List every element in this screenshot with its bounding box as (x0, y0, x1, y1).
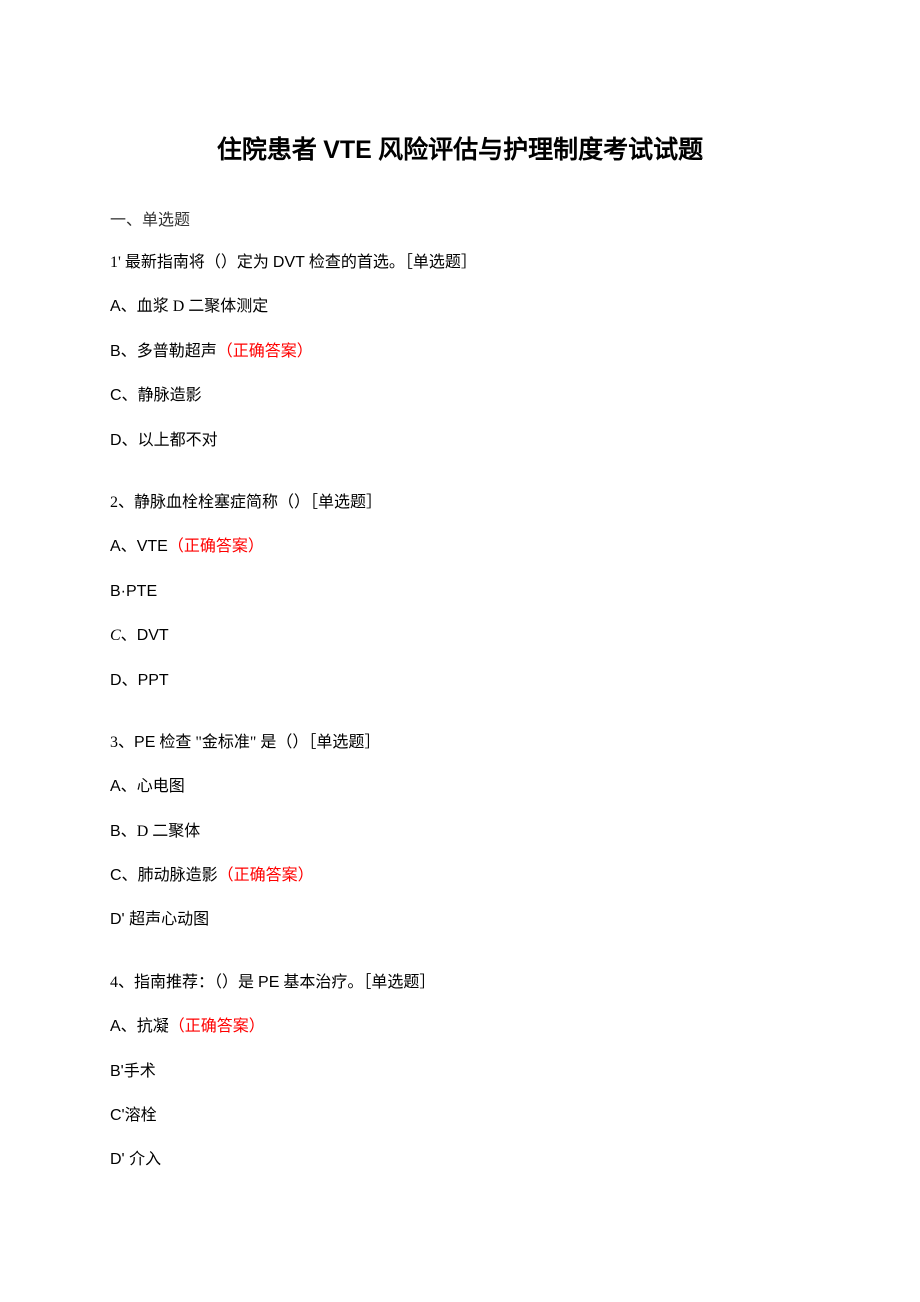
correct-answer-marker: （正确答案） (169, 1018, 265, 1035)
q1-option-a: A、血浆 D 二聚体测定 (110, 296, 810, 318)
option-text: PPT (138, 672, 169, 689)
q4-stem-pe: PE (258, 974, 279, 991)
option-text: 血浆 D 二聚体测定 (137, 298, 269, 315)
question-3-stem: 3、PE 检查 "金标准" 是（）［单选题］ (110, 732, 810, 754)
option-label: B、 (110, 343, 137, 360)
q2-option-a: A、VTE（正确答案） (110, 536, 810, 558)
option-text: B'手术 (110, 1063, 156, 1080)
q4-stem-post: 基本治疗。［单选题］ (279, 974, 435, 991)
option-text: DVT (137, 627, 169, 644)
correct-answer-marker: （正确答案） (218, 867, 314, 884)
q2-option-d: D、PPT (110, 670, 810, 692)
spacer (110, 714, 810, 732)
option-label: D' (110, 1151, 129, 1168)
spacer (110, 474, 810, 492)
spacer (110, 954, 810, 972)
q3-option-d: D' 超声心动图 (110, 909, 810, 931)
q1-option-d: D、以上都不对 (110, 430, 810, 452)
question-4-stem: 4、指南推荐：（）是 PE 基本治疗。［单选题］ (110, 972, 810, 994)
option-label: D、 (110, 432, 138, 449)
option-text: VTE (137, 538, 168, 555)
q2-option-c: C、DVT (110, 625, 810, 647)
q3-option-c: C、肺动脉造影（正确答案） (110, 865, 810, 887)
option-text: 静脉造影 (138, 387, 202, 404)
option-text: 超声心动图 (129, 911, 209, 928)
q1-stem-dvt: DVT (273, 254, 305, 271)
q1-stem-pre: 1' 最新指南将（）定为 (110, 254, 273, 271)
title-vte: VTE (323, 136, 372, 164)
section-header: 一、单选题 (110, 206, 810, 230)
option-text: 心电图 (137, 778, 185, 795)
option-label: C、 (110, 387, 138, 404)
q4-option-a: A、抗凝（正确答案） (110, 1016, 810, 1038)
q1-option-b: B、多普勒超声（正确答案） (110, 341, 810, 363)
option-text: 多普勒超声 (137, 343, 217, 360)
question-2-stem: 2、静脉血栓栓塞症简称（）［单选题］ (110, 492, 810, 514)
option-text: C'溶栓 (110, 1107, 157, 1124)
option-sep: 、 (121, 627, 137, 644)
q4-option-d: D' 介入 (110, 1149, 810, 1171)
option-label: D' (110, 911, 129, 928)
q2-option-b: B·PTE (110, 581, 810, 603)
option-label: D、 (110, 672, 138, 689)
q3-stem-pe: PE (134, 734, 155, 751)
q1-option-c: C、静脉造影 (110, 385, 810, 407)
q3-option-b: B、D 二聚体 (110, 821, 810, 843)
q3-stem-post: 检查 "金标准" 是（）［单选题］ (155, 734, 380, 751)
q1-stem-post: 检查的首选。［单选题］ (305, 254, 477, 271)
q4-option-c: C'溶栓 (110, 1105, 810, 1127)
option-label: A、 (110, 1018, 137, 1035)
correct-answer-marker: （正确答案） (168, 538, 264, 555)
option-label: C、 (110, 867, 138, 884)
correct-answer-marker: （正确答案） (217, 343, 313, 360)
q3-stem-pre: 3、 (110, 734, 134, 751)
option-text: 介入 (129, 1151, 161, 1168)
q4-stem-pre: 4、指南推荐：（）是 (110, 974, 258, 991)
option-text: 抗凝 (137, 1018, 169, 1035)
q3-option-a: A、心电图 (110, 776, 810, 798)
document-page: 住院患者 VTE 风险评估与护理制度考试试题 一、单选题 1' 最新指南将（）定… (0, 0, 920, 1274)
option-text: 肺动脉造影 (138, 867, 218, 884)
option-label: A、 (110, 298, 137, 315)
q4-option-b: B'手术 (110, 1061, 810, 1083)
option-text: 以上都不对 (138, 432, 218, 449)
option-label: B、 (110, 823, 137, 840)
option-label: A、 (110, 778, 137, 795)
option-label: A、 (110, 538, 137, 555)
question-1-stem: 1' 最新指南将（）定为 DVT 检查的首选。［单选题］ (110, 252, 810, 274)
title-post: 风险评估与护理制度考试试题 (372, 137, 703, 164)
title-pre: 住院患者 (217, 137, 323, 164)
option-text: D 二聚体 (137, 823, 201, 840)
page-title: 住院患者 VTE 风险评估与护理制度考试试题 (110, 130, 810, 166)
option-text: B·PTE (110, 583, 157, 600)
option-label: C (110, 627, 121, 644)
